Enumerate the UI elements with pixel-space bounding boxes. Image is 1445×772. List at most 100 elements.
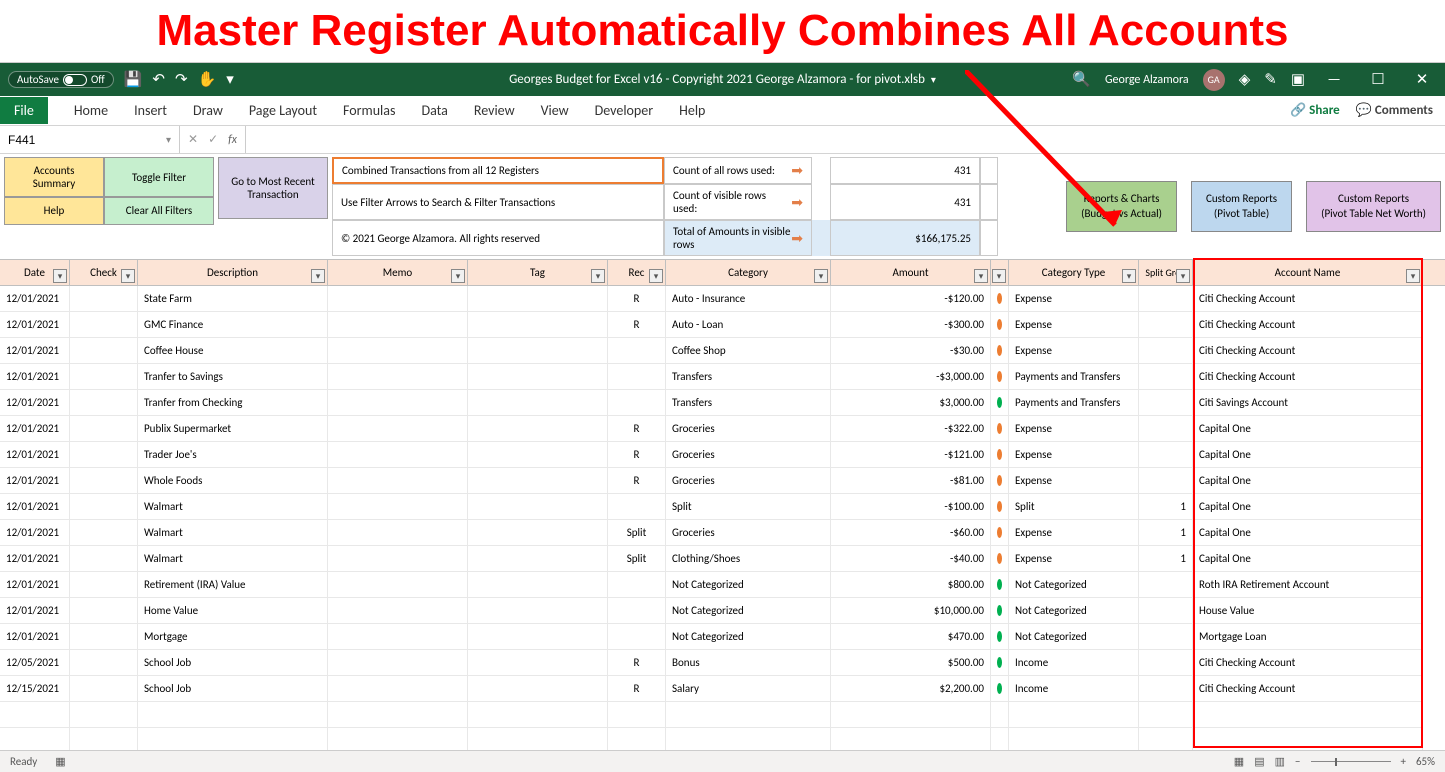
table-cell[interactable]: R (608, 442, 666, 468)
table-cell[interactable]: Roth IRA Retirement Account (1193, 572, 1423, 598)
table-cell[interactable]: Publix Supermarket (138, 416, 328, 442)
table-cell[interactable]: 12/01/2021 (0, 338, 70, 364)
col-description[interactable]: Description▾ (138, 260, 328, 285)
minimize-icon[interactable]: — (1319, 71, 1349, 89)
table-cell[interactable] (70, 572, 138, 598)
table-cell[interactable] (468, 442, 608, 468)
filter-arrow-icon[interactable]: ▾ (451, 269, 465, 283)
table-cell[interactable] (991, 546, 1009, 572)
table-cell[interactable]: Groceries (666, 468, 831, 494)
col-amount[interactable]: Amount▾ (831, 260, 991, 285)
table-cell[interactable] (991, 650, 1009, 676)
filter-arrow-icon[interactable]: ▾ (1122, 269, 1136, 283)
zoom-in-icon[interactable]: + (1401, 755, 1406, 768)
table-row[interactable]: 12/01/2021WalmartSplit-$100.00Split1Capi… (0, 494, 1445, 520)
table-cell[interactable] (468, 572, 608, 598)
table-cell[interactable] (608, 572, 666, 598)
table-cell[interactable]: School Job (138, 676, 328, 702)
table-cell[interactable]: Capital One (1193, 416, 1423, 442)
table-cell[interactable]: Income (1009, 676, 1139, 702)
comments-button[interactable]: 💬 Comments (1356, 103, 1433, 118)
goto-recent-button[interactable]: Go to Most Recent Transaction (218, 157, 328, 219)
help-button[interactable]: Help (4, 197, 104, 224)
table-row[interactable]: 12/01/2021Publix SupermarketRGroceries-$… (0, 416, 1445, 442)
table-cell[interactable]: R (608, 676, 666, 702)
table-cell[interactable]: -$40.00 (831, 546, 991, 572)
diamond-icon[interactable]: ◈ (1239, 70, 1251, 89)
table-cell[interactable]: 12/01/2021 (0, 494, 70, 520)
table-cell[interactable]: Whole Foods (138, 468, 328, 494)
table-cell[interactable]: Clothing/Shoes (666, 546, 831, 572)
table-cell[interactable]: R (608, 650, 666, 676)
table-cell[interactable] (1139, 286, 1193, 312)
table-cell[interactable]: Capital One (1193, 520, 1423, 546)
table-cell[interactable] (328, 572, 468, 598)
table-cell[interactable]: $500.00 (831, 650, 991, 676)
filter-arrow-icon[interactable]: ▾ (53, 269, 67, 283)
table-cell[interactable] (608, 598, 666, 624)
table-cell[interactable]: Transfers (666, 364, 831, 390)
table-cell[interactable]: 1 (1139, 494, 1193, 520)
table-cell[interactable] (328, 598, 468, 624)
table-cell[interactable] (1139, 650, 1193, 676)
table-cell[interactable] (70, 442, 138, 468)
col-account-name[interactable]: Account Name▾ (1193, 260, 1423, 285)
zoom-level[interactable]: 65% (1416, 755, 1435, 768)
table-cell[interactable]: 12/05/2021 (0, 650, 70, 676)
table-cell[interactable]: Tranfer to Savings (138, 364, 328, 390)
table-cell[interactable]: -$60.00 (831, 520, 991, 546)
table-cell[interactable]: Walmart (138, 494, 328, 520)
table-cell[interactable]: 12/01/2021 (0, 312, 70, 338)
table-cell[interactable]: Citi Savings Account (1193, 390, 1423, 416)
table-cell[interactable] (991, 598, 1009, 624)
table-row[interactable]: 12/01/2021Whole FoodsRGroceries-$81.00Ex… (0, 468, 1445, 494)
table-cell[interactable] (70, 468, 138, 494)
table-cell[interactable] (468, 468, 608, 494)
name-box-input[interactable] (8, 133, 128, 147)
col-tag[interactable]: Tag▾ (468, 260, 608, 285)
table-row[interactable]: 12/01/2021WalmartSplitClothing/Shoes-$40… (0, 546, 1445, 572)
table-row[interactable]: 12/01/2021GMC FinanceRAuto - Loan-$300.0… (0, 312, 1445, 338)
table-cell[interactable] (1139, 416, 1193, 442)
table-cell[interactable]: -$100.00 (831, 494, 991, 520)
table-cell[interactable]: Expense (1009, 416, 1139, 442)
table-cell[interactable] (1139, 624, 1193, 650)
table-cell[interactable]: Bonus (666, 650, 831, 676)
table-cell[interactable] (70, 624, 138, 650)
table-cell[interactable]: Groceries (666, 520, 831, 546)
table-cell[interactable]: Tranfer from Checking (138, 390, 328, 416)
table-cell[interactable]: 12/01/2021 (0, 390, 70, 416)
table-cell[interactable] (328, 468, 468, 494)
dropdown-icon[interactable]: ▾ (931, 73, 936, 86)
table-cell[interactable] (608, 364, 666, 390)
table-cell[interactable]: -$30.00 (831, 338, 991, 364)
enter-icon[interactable]: ✓ (208, 132, 218, 147)
table-cell[interactable]: $470.00 (831, 624, 991, 650)
table-cell[interactable]: Expense (1009, 442, 1139, 468)
table-cell[interactable]: Coffee Shop (666, 338, 831, 364)
table-cell[interactable]: Split (1009, 494, 1139, 520)
table-cell[interactable] (70, 676, 138, 702)
table-cell[interactable] (1139, 364, 1193, 390)
avatar[interactable]: GA (1203, 69, 1225, 91)
table-cell[interactable]: Expense (1009, 468, 1139, 494)
normal-view-icon[interactable]: ▦ (1234, 755, 1244, 768)
table-cell[interactable] (608, 494, 666, 520)
table-cell[interactable] (70, 338, 138, 364)
toggle-filter-button[interactable]: Toggle Filter (104, 157, 214, 197)
table-cell[interactable] (1139, 676, 1193, 702)
search-icon[interactable]: 🔍 (1072, 70, 1091, 89)
table-cell[interactable]: Citi Checking Account (1193, 338, 1423, 364)
ribbon-tab[interactable]: Help (679, 102, 705, 119)
table-cell[interactable] (468, 416, 608, 442)
table-cell[interactable]: Payments and Transfers (1009, 390, 1139, 416)
table-cell[interactable] (468, 494, 608, 520)
table-cell[interactable]: Transfers (666, 390, 831, 416)
table-cell[interactable]: Mortgage (138, 624, 328, 650)
filter-arrow-icon[interactable]: ▾ (1176, 269, 1190, 283)
filter-arrow-icon[interactable]: ▾ (814, 269, 828, 283)
table-cell[interactable]: Citi Checking Account (1193, 650, 1423, 676)
table-cell[interactable]: 12/01/2021 (0, 572, 70, 598)
table-cell[interactable]: Income (1009, 650, 1139, 676)
filter-arrow-icon[interactable]: ▾ (121, 269, 135, 283)
